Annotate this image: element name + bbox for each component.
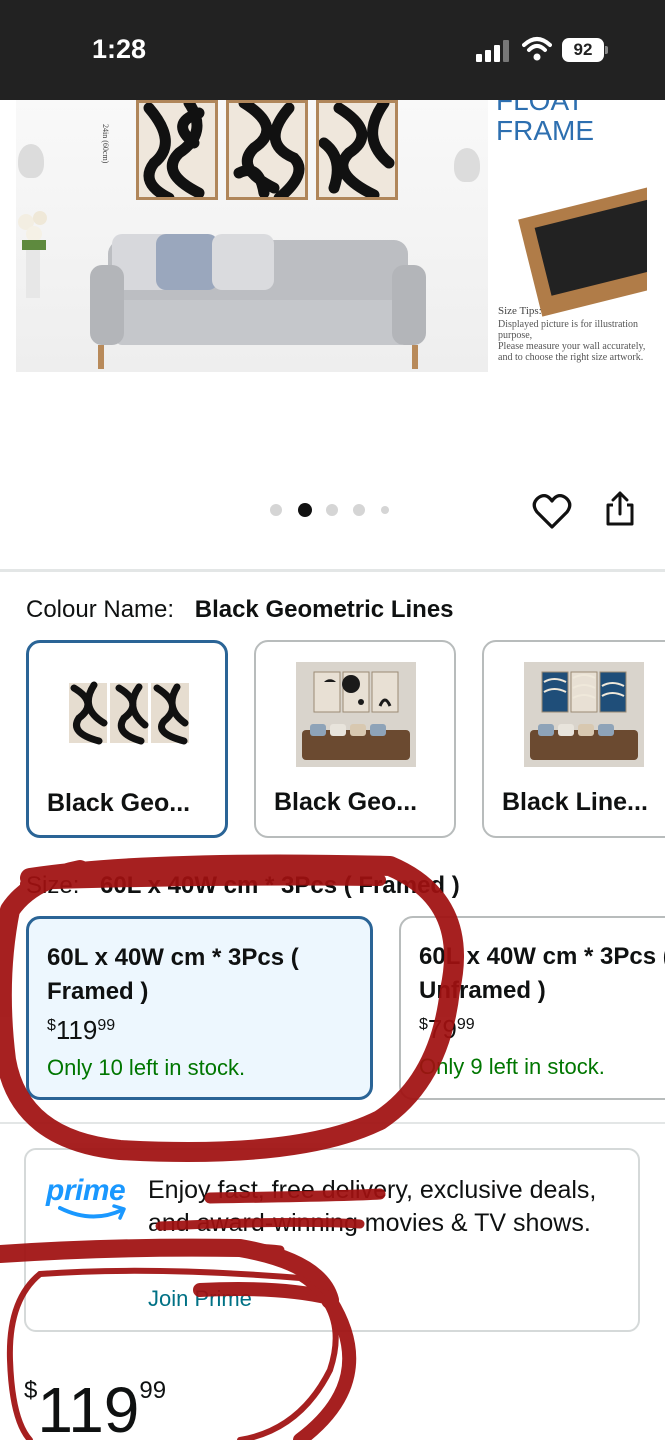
carousel-dot[interactable] bbox=[270, 504, 282, 516]
frame-corner-illustration bbox=[518, 183, 647, 317]
colour-option-2[interactable]: Black Geo... bbox=[254, 640, 456, 838]
battery-tip bbox=[605, 46, 608, 54]
size-option-price: $11999 bbox=[47, 1015, 116, 1045]
share-icon[interactable] bbox=[600, 490, 640, 530]
swatch-label: Black Geo... bbox=[274, 788, 418, 816]
carousel-dot[interactable] bbox=[326, 504, 338, 516]
divider bbox=[0, 1122, 665, 1124]
float-frame-title: FLOAT FRAME bbox=[496, 100, 594, 146]
size-option-unframed[interactable]: 60L x 40W cm * 3Pcs ( Unframed ) $7999 O… bbox=[399, 916, 665, 1100]
wifi-icon bbox=[522, 37, 552, 61]
size-option-name: 60L x 40W cm * 3Pcs ( Unframed ) bbox=[419, 943, 665, 1004]
wall-art-panel bbox=[226, 100, 308, 200]
product-price: $11999 bbox=[24, 1374, 167, 1440]
battery-icon: 92 bbox=[562, 38, 604, 62]
height-label: 24in (60cm) bbox=[101, 124, 110, 164]
flower-vase bbox=[18, 211, 47, 298]
colour-label: Colour Name: bbox=[26, 596, 175, 623]
swatch-label: Black Geo... bbox=[47, 789, 191, 817]
swatch-label: Black Line... bbox=[502, 788, 648, 816]
frame-detail: FLOAT FRAME Size Tips: Displayed picture… bbox=[488, 100, 647, 372]
swatch-thumbnail bbox=[524, 662, 644, 767]
swatch-thumbnail bbox=[69, 681, 189, 745]
prime-description: Enjoy fast, free delivery, exclusive dea… bbox=[148, 1176, 597, 1237]
heart-icon[interactable] bbox=[532, 492, 572, 532]
pillow bbox=[156, 234, 218, 290]
pillow bbox=[212, 234, 274, 290]
status-time: 1:28 bbox=[92, 34, 147, 64]
cellular-signal-icon bbox=[476, 40, 510, 62]
colour-option-3[interactable]: Black Line... bbox=[482, 640, 665, 838]
carousel-dot[interactable] bbox=[381, 506, 389, 514]
size-label: Size: bbox=[26, 872, 80, 899]
join-prime-link[interactable]: Join Prime bbox=[148, 1286, 252, 1312]
pendant-lamp bbox=[454, 148, 480, 182]
size-option-framed[interactable]: 60L x 40W cm * 3Pcs ( Framed ) $11999 On… bbox=[26, 916, 373, 1100]
colour-option-1[interactable]: Black Geo... bbox=[26, 640, 228, 838]
carousel-dot-active[interactable] bbox=[298, 503, 312, 517]
pendant-lamp bbox=[18, 144, 44, 178]
room-scene: 24in (60cm) bbox=[16, 100, 488, 372]
size-selected: 60L x 40W cm * 3Pcs ( Framed ) bbox=[100, 872, 460, 899]
sofa-leg bbox=[98, 345, 104, 369]
colour-selected: Black Geometric Lines bbox=[194, 596, 454, 623]
sofa-arm bbox=[392, 265, 426, 345]
stock-status: Only 9 left in stock. bbox=[419, 1054, 605, 1079]
colour-name-row: Colour Name: Black Geometric Lines bbox=[26, 596, 454, 624]
swatch-thumbnail bbox=[296, 662, 416, 767]
product-image[interactable]: 24in (60cm) FLOAT FRAME Size Tips: Displ… bbox=[16, 100, 647, 372]
divider bbox=[0, 569, 665, 572]
status-bar: 1:28 92 bbox=[0, 0, 665, 100]
size-tips: Size Tips: Displayed picture is for illu… bbox=[498, 305, 646, 364]
prime-smile-icon bbox=[58, 1204, 126, 1220]
size-option-price: $7999 bbox=[419, 1014, 475, 1044]
wall-art-panel bbox=[316, 100, 398, 200]
wall-art-panel bbox=[136, 100, 218, 200]
prime-promo: prime Enjoy fast, free delivery, exclusi… bbox=[24, 1148, 640, 1332]
size-row: Size: 60L x 40W cm * 3Pcs ( Framed ) bbox=[26, 872, 460, 900]
size-option-name: 60L x 40W cm * 3Pcs ( Framed ) bbox=[47, 944, 299, 1005]
sofa-leg bbox=[412, 345, 418, 369]
sofa-arm bbox=[90, 265, 124, 345]
sofa-seat bbox=[116, 300, 406, 345]
carousel-dot[interactable] bbox=[353, 504, 365, 516]
stock-status: Only 10 left in stock. bbox=[47, 1055, 246, 1080]
